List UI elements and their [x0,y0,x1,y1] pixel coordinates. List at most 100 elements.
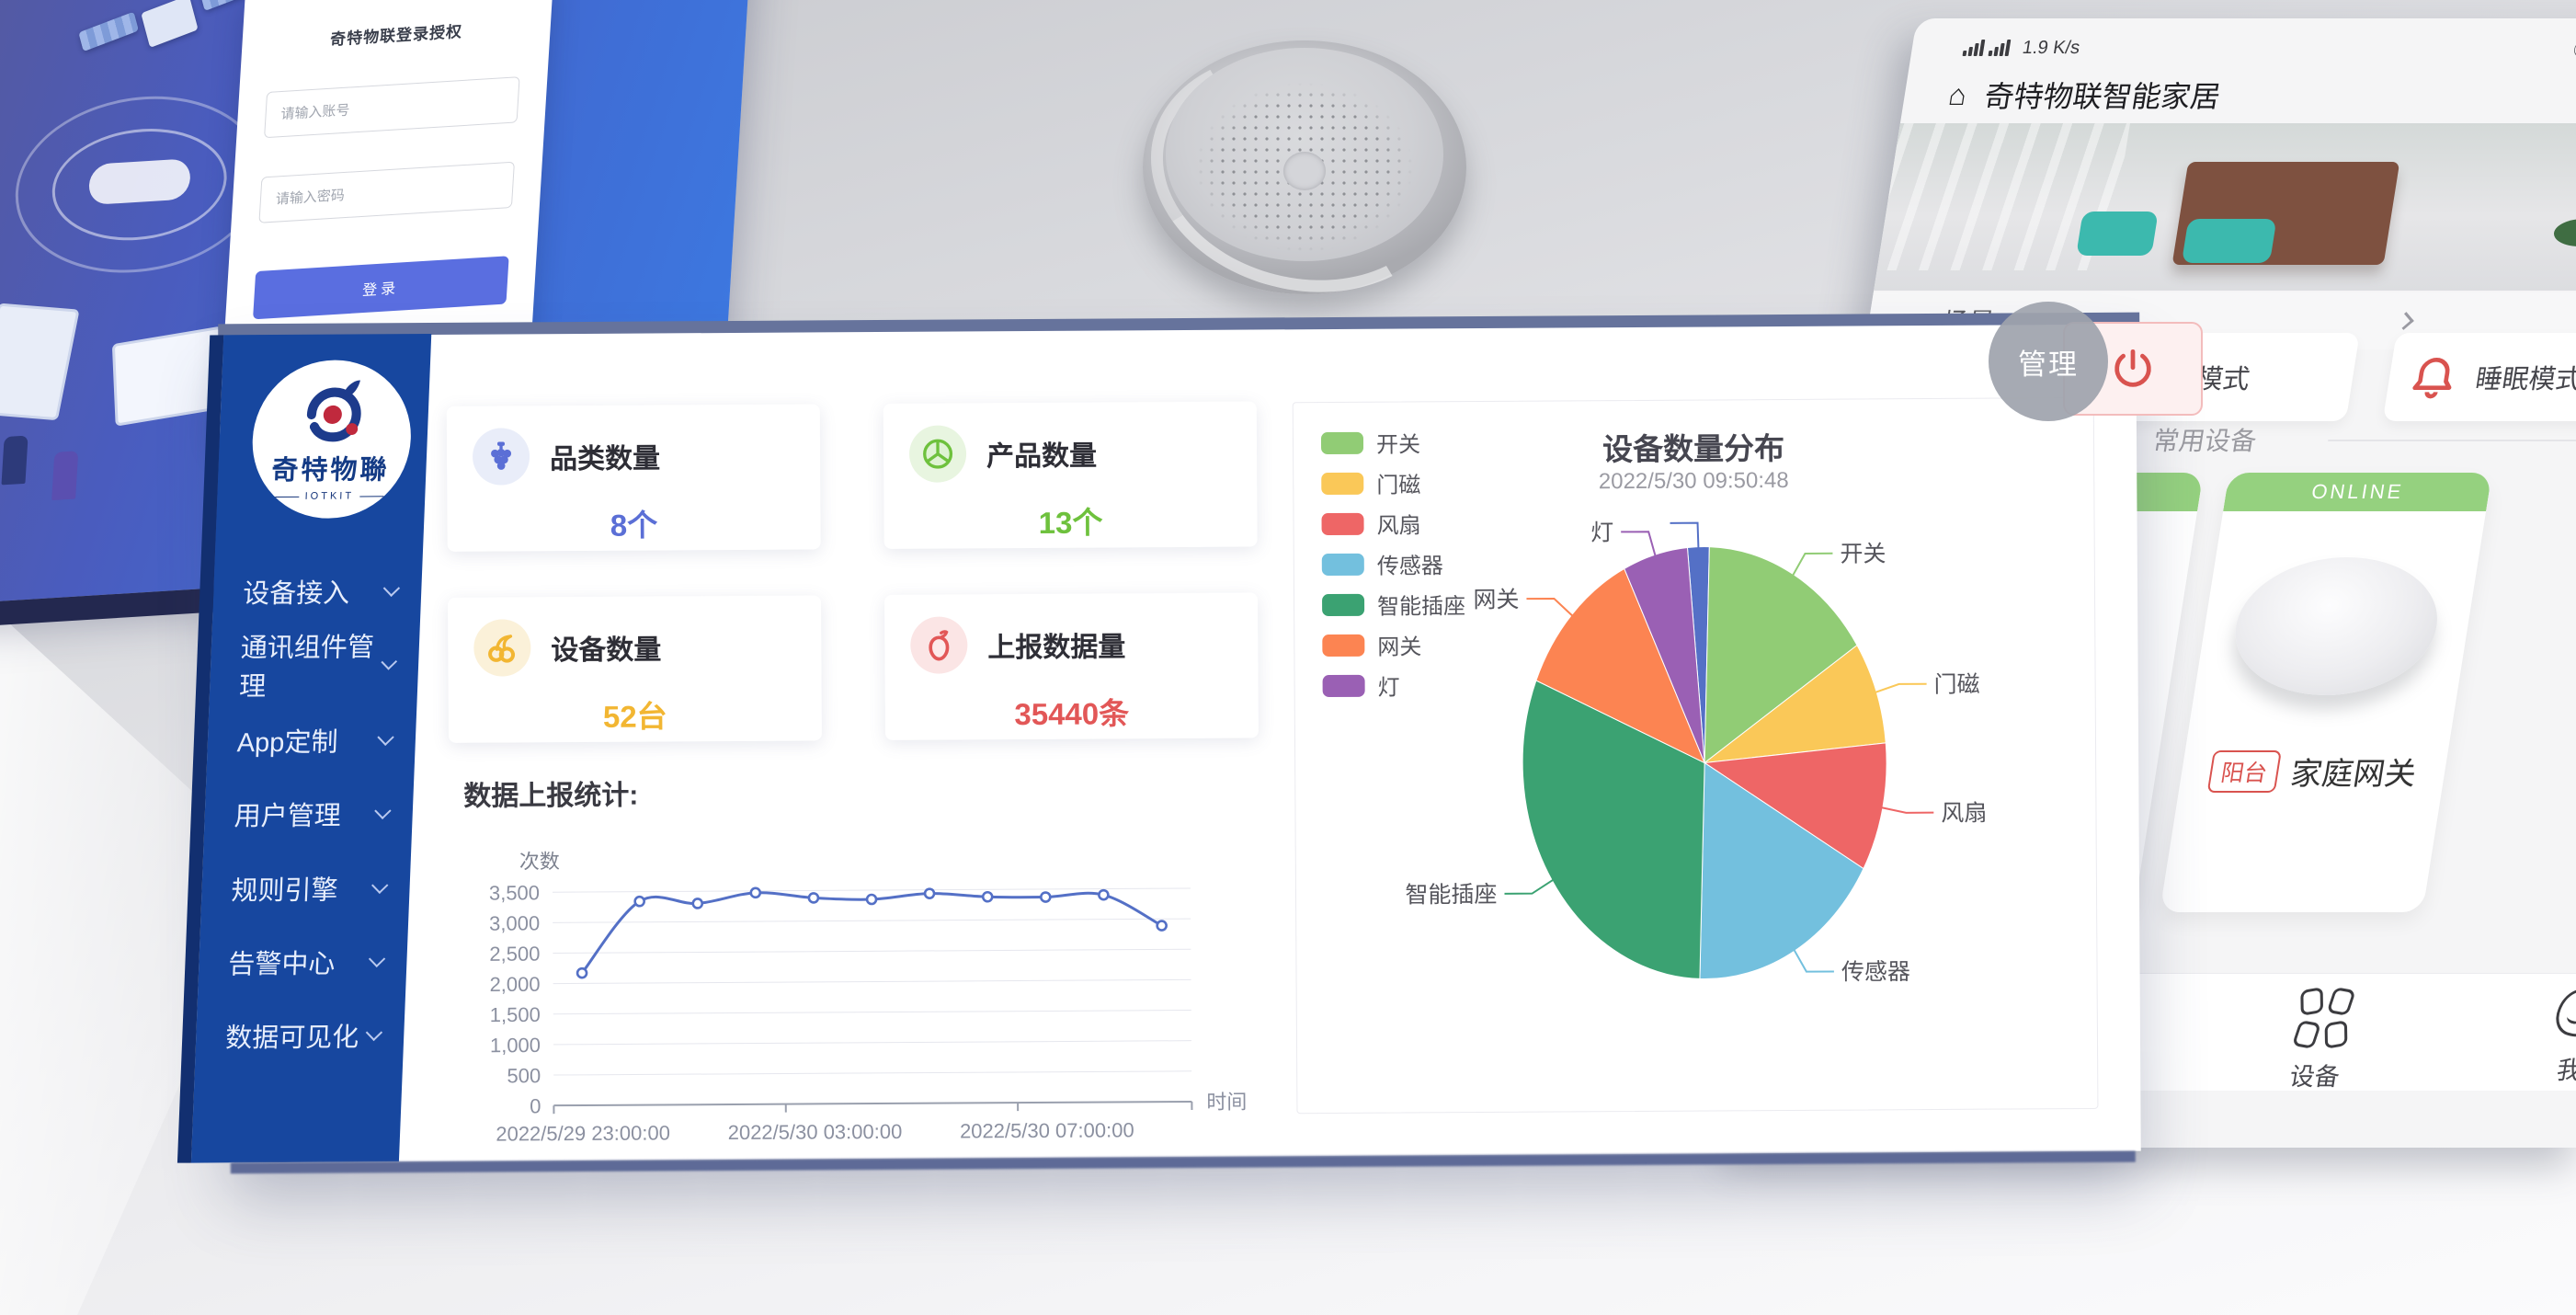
devices-section-title: 常用设备 [2150,421,2259,458]
satellite-panel-left [78,12,139,51]
svg-text:3,500: 3,500 [489,881,540,904]
phone-status-bar: 1.9 K/s Ⓝ 91% 12:08 [1909,31,2576,64]
stat-label: 产品数量 [986,433,1097,475]
legend-label: 开关 [1376,426,1420,458]
status-badge: ONLINE [2223,473,2492,511]
stat-value: 35440条 [911,689,1233,735]
line-chart-heading: 数据上报统计: [463,772,638,814]
nav-label: 我 [2525,1050,2576,1086]
manage-badge[interactable]: 管理 [1989,302,2108,421]
nav-label: 设备 [2262,1057,2368,1092]
sidebar-item-label: 设备接入 [242,572,350,612]
svg-text:智能插座: 智能插座 [1405,882,1497,909]
brand-subtitle: IOTKIT [275,490,383,502]
svg-text:灯: 灯 [1590,520,1613,545]
admin-dashboard: 奇特物聯 IOTKIT 设备接入 通讯组件管理 App定制 用户管理 规则引擎 … [223,324,2140,1163]
phone-app-bar: ⌂ 奇特物联智能家居 ••• ◎ [1900,66,2576,123]
brand-name: 奇特物聯 [271,448,391,487]
stat-value: 13个 [909,497,1231,543]
svg-text:开关: 开关 [1840,541,1886,566]
mode-card-sleep[interactable]: 睡眠模式 [2383,333,2576,421]
section-divider [2328,440,2576,441]
sidebar-item-data-visualization[interactable]: 数据可见化 [195,1006,405,1064]
signal-icon [1989,40,2012,56]
svg-text:1,500: 1,500 [490,1003,541,1026]
hero-plant-leaf [2552,219,2576,246]
sidebar-item-app-custom[interactable]: App定制 [207,711,416,769]
grid-icon [2294,989,2354,1047]
legend-swatch [1321,431,1363,453]
person-illustration [51,451,78,500]
svg-text:2,500: 2,500 [489,943,540,966]
rabbit-logo-icon [291,374,373,447]
legend-item[interactable]: 门磁 [1321,466,1465,499]
home-icon[interactable]: ⌂ [1946,78,1969,112]
sidebar-item-label: 通讯组件管理 [239,625,385,703]
sidebar-item-label: 告警中心 [228,943,336,982]
device-distribution-pie: 开关门磁风扇传感器智能插座网关灯 [1294,494,2097,1105]
svg-text:网关: 网关 [1473,587,1519,612]
smart-speaker-photo [1143,40,1466,294]
svg-text:次数: 次数 [519,850,560,873]
grapes-icon [473,428,530,485]
stat-value: 52台 [474,692,796,738]
sidebar-item-label: App定制 [236,721,338,760]
sidebar-item-user-mgmt[interactable]: 用户管理 [204,784,414,842]
login-title: 奇特物联登录授权 [269,15,524,53]
legend-item[interactable]: 开关 [1321,426,1465,459]
sidebar-item-comm-components[interactable]: 通讯组件管理 [210,635,419,693]
login-button[interactable]: 登录 [253,256,509,319]
chevron-down-icon [383,579,400,596]
app-title: 奇特物联智能家居 [1982,74,2576,116]
sidebar-item-alert-center[interactable]: 告警中心 [198,932,407,990]
pie-chart-card: 设备数量分布 2022/5/30 09:50:48 开关 门磁 风扇 传感器 智… [1293,397,2099,1114]
pear-icon [910,616,967,673]
stat-card-reported-data: 上报数据量 35440条 [884,592,1259,739]
device-name: 家庭网关 [2287,749,2420,794]
nav-item-devices[interactable]: 设备 [2262,989,2379,1092]
gateway-device-image [2225,557,2447,695]
svg-text:0: 0 [530,1094,541,1117]
svg-text:2022/5/30 07:00:00: 2022/5/30 07:00:00 [960,1118,1134,1142]
sidebar-item-rule-engine[interactable]: 规则引擎 [200,859,410,917]
chevron-down-icon [366,1023,382,1040]
svg-text:传感器: 传感器 [1841,959,1910,985]
cherries-icon [473,619,530,676]
stat-card-devices: 设备数量 52台 [448,595,822,742]
nfc-icon: Ⓝ [2572,35,2576,62]
hero-chair [2182,219,2277,263]
svg-text:1,000: 1,000 [490,1034,541,1057]
stat-label: 品类数量 [550,435,660,476]
sidebar-item-label: 用户管理 [234,795,342,834]
stat-card-products: 产品数量 13个 [883,401,1258,548]
net-speed: 1.9 K/s [2021,38,2081,59]
svg-text:2022/5/30 03:00:00: 2022/5/30 03:00:00 [728,1120,903,1144]
password-input[interactable] [258,162,515,223]
svg-text:时间: 时间 [1206,1091,1247,1114]
sidebar-item-device-access[interactable]: 设备接入 [212,562,422,620]
device-card-gateway[interactable]: ONLINE 阳台 家庭网关 [2160,473,2492,912]
sidebar: 奇特物聯 IOTKIT 设备接入 通讯组件管理 App定制 用户管理 规则引擎 … [191,334,431,1163]
chevron-down-icon [374,802,391,818]
account-input[interactable] [264,76,520,138]
nav-item-me[interactable]: 我 [2525,989,2576,1086]
chevron-down-icon [371,876,388,893]
brand-logo: 奇特物聯 IOTKIT [249,360,414,519]
stat-value: 8个 [473,500,794,546]
stat-label: 设备数量 [551,626,661,668]
report-line-chart: 05001,0001,5002,0002,5003,0003,5002022/5… [484,825,1295,1151]
kiosk-illustration [0,303,80,421]
lime-icon [909,425,966,482]
power-icon [2109,345,2157,393]
bell-icon [2404,351,2464,403]
sidebar-item-label: 规则引擎 [231,869,339,909]
legend-swatch [1321,472,1363,494]
stat-card-categories: 品类数量 8个 [447,404,821,551]
hero-chair [2076,212,2159,256]
svg-text:2022/5/29 23:00:00: 2022/5/29 23:00:00 [496,1121,670,1145]
svg-text:风扇: 风扇 [1941,800,1987,826]
home-hero-image [1874,123,2576,291]
signal-icon [1963,40,1986,56]
svg-text:2,000: 2,000 [489,973,540,996]
person-illustration [1,436,28,486]
